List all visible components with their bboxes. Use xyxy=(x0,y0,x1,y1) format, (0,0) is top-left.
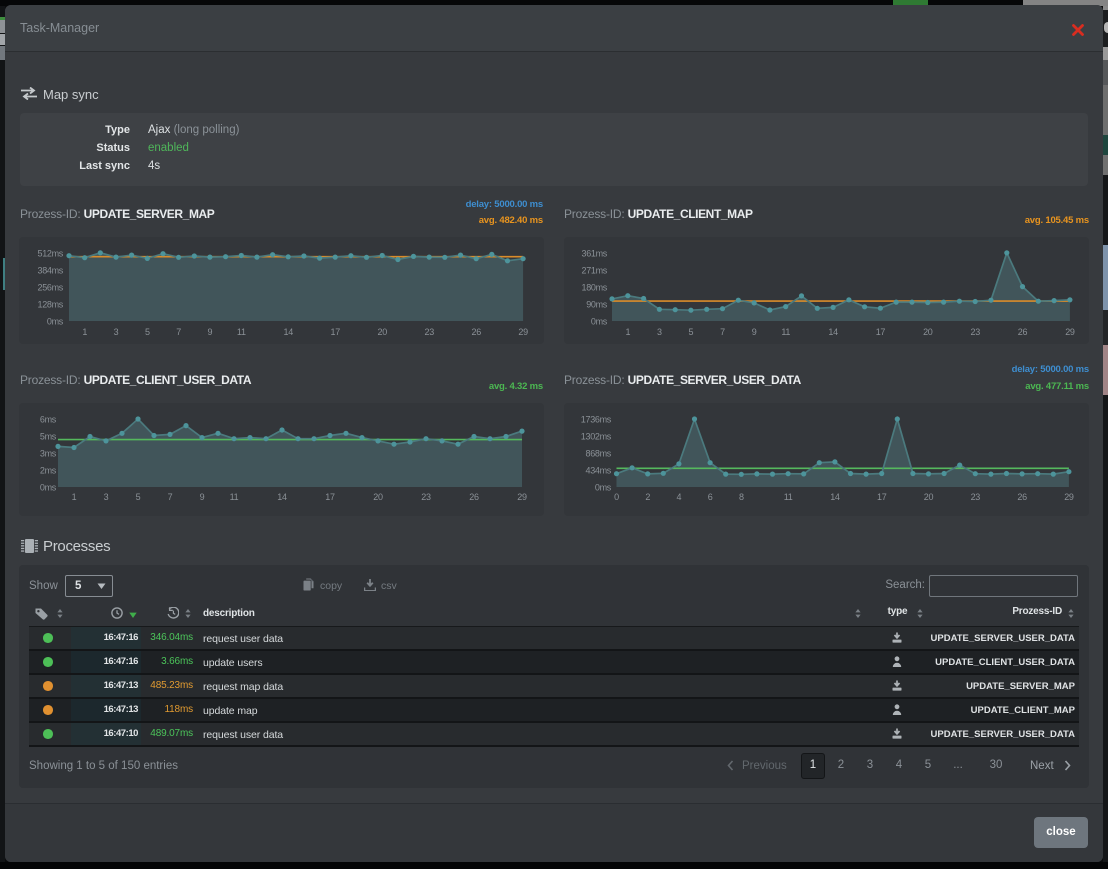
svg-text:29: 29 xyxy=(518,327,528,337)
svg-text:14: 14 xyxy=(830,492,840,502)
svg-text:11: 11 xyxy=(237,327,246,337)
svg-text:0ms: 0ms xyxy=(591,317,608,327)
svg-text:434ms: 434ms xyxy=(585,466,611,476)
svg-text:11: 11 xyxy=(784,492,793,502)
svg-text:1736ms: 1736ms xyxy=(581,415,612,425)
svg-text:8: 8 xyxy=(739,492,744,502)
svg-text:2ms: 2ms xyxy=(40,466,57,476)
svg-text:26: 26 xyxy=(1018,327,1028,337)
svg-text:29: 29 xyxy=(1064,492,1074,502)
svg-text:3ms: 3ms xyxy=(40,449,57,459)
svg-text:26: 26 xyxy=(469,492,479,502)
svg-text:5ms: 5ms xyxy=(40,432,57,442)
svg-text:11: 11 xyxy=(230,492,239,502)
svg-text:26: 26 xyxy=(1017,492,1027,502)
svg-text:14: 14 xyxy=(828,327,838,337)
svg-text:3: 3 xyxy=(114,327,119,337)
svg-text:6ms: 6ms xyxy=(40,415,57,425)
svg-text:256ms: 256ms xyxy=(37,283,63,293)
svg-text:17: 17 xyxy=(877,492,887,502)
svg-text:271ms: 271ms xyxy=(581,266,607,276)
svg-text:9: 9 xyxy=(752,327,757,337)
svg-text:23: 23 xyxy=(421,492,431,502)
svg-text:5: 5 xyxy=(689,327,694,337)
svg-text:128ms: 128ms xyxy=(37,300,63,310)
svg-text:7: 7 xyxy=(168,492,173,502)
svg-text:26: 26 xyxy=(471,327,481,337)
svg-text:1: 1 xyxy=(625,327,630,337)
svg-text:23: 23 xyxy=(971,492,981,502)
svg-text:29: 29 xyxy=(1065,327,1075,337)
svg-text:3: 3 xyxy=(657,327,662,337)
svg-text:0: 0 xyxy=(614,492,619,502)
svg-text:20: 20 xyxy=(923,327,933,337)
svg-text:868ms: 868ms xyxy=(585,449,611,459)
svg-text:14: 14 xyxy=(283,327,293,337)
svg-text:90ms: 90ms xyxy=(586,300,608,310)
svg-text:20: 20 xyxy=(377,327,387,337)
svg-text:7: 7 xyxy=(720,327,725,337)
svg-text:2: 2 xyxy=(645,492,650,502)
svg-text:5: 5 xyxy=(145,327,150,337)
svg-text:9: 9 xyxy=(208,327,213,337)
svg-text:180ms: 180ms xyxy=(581,283,607,293)
svg-text:3: 3 xyxy=(104,492,109,502)
svg-text:17: 17 xyxy=(876,327,886,337)
svg-text:7: 7 xyxy=(176,327,181,337)
svg-text:1: 1 xyxy=(72,492,77,502)
svg-text:5: 5 xyxy=(136,492,141,502)
svg-text:1302ms: 1302ms xyxy=(581,432,612,442)
svg-text:0ms: 0ms xyxy=(47,317,64,327)
svg-text:1: 1 xyxy=(82,327,87,337)
svg-text:512ms: 512ms xyxy=(37,248,63,258)
svg-text:23: 23 xyxy=(970,327,980,337)
svg-text:29: 29 xyxy=(517,492,527,502)
svg-text:4: 4 xyxy=(677,492,682,502)
svg-text:23: 23 xyxy=(424,327,434,337)
svg-text:11: 11 xyxy=(781,327,790,337)
svg-text:17: 17 xyxy=(325,492,335,502)
svg-text:0ms: 0ms xyxy=(40,483,57,493)
svg-text:14: 14 xyxy=(277,492,287,502)
svg-text:20: 20 xyxy=(373,492,383,502)
svg-text:0ms: 0ms xyxy=(595,483,612,493)
svg-text:6: 6 xyxy=(708,492,713,502)
svg-text:9: 9 xyxy=(200,492,205,502)
svg-text:384ms: 384ms xyxy=(37,266,63,276)
svg-text:17: 17 xyxy=(330,327,340,337)
svg-text:20: 20 xyxy=(924,492,934,502)
svg-text:361ms: 361ms xyxy=(581,248,607,258)
